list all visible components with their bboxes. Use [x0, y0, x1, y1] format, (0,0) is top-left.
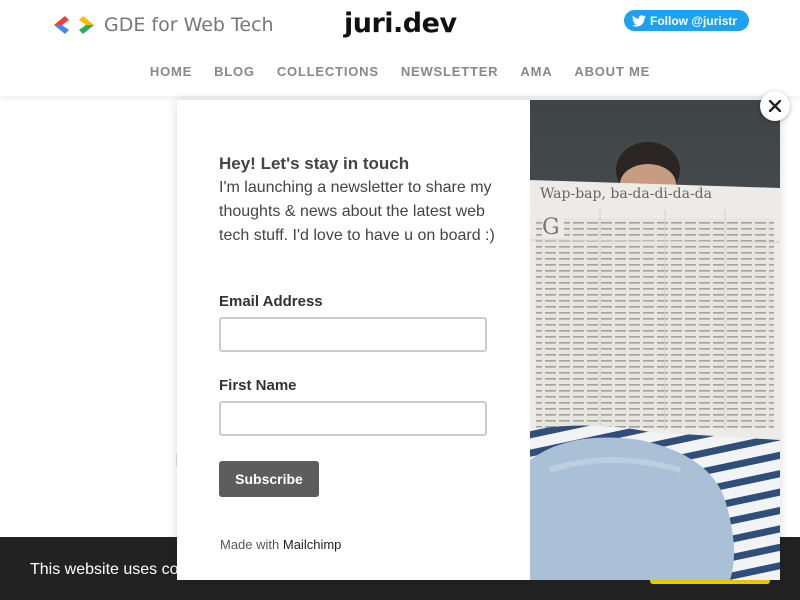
nav-ama[interactable]: AMA	[509, 64, 563, 79]
site-logo[interactable]: juri.dev	[344, 8, 457, 39]
newsletter-modal: Hey! Let's stay in touch I'm launching a…	[177, 100, 780, 580]
code-brackets-icon	[54, 16, 94, 34]
twitter-follow-button[interactable]: Follow @juristr	[624, 10, 750, 31]
nav-collections[interactable]: COLLECTIONS	[266, 64, 390, 79]
svg-text:G: G	[542, 215, 560, 240]
gde-badge[interactable]: GDE for Web Tech	[54, 14, 274, 36]
site-header: GDE for Web Tech juri.dev Follow @jurist…	[0, 0, 800, 96]
close-modal-button[interactable]	[760, 91, 790, 121]
close-icon	[769, 100, 781, 112]
newspaper-photo: G Wap-bap, ba-da-di-da-da	[530, 100, 780, 580]
nav-about-me[interactable]: ABOUT ME	[563, 64, 661, 79]
signup-form: Hey! Let's stay in touch I'm launching a…	[177, 100, 530, 580]
cookie-text: This website uses coo	[30, 561, 188, 578]
modal-intro: I'm launching a newsletter to share my t…	[219, 179, 495, 244]
made-with-mailchimp: Made with Mailchimp	[220, 537, 341, 552]
nav-blog[interactable]: BLOG	[203, 64, 266, 79]
modal-heading: Hey! Let's stay in touch	[219, 154, 410, 173]
subscribe-button[interactable]: Subscribe	[219, 461, 319, 497]
follow-label: Follow @juristr	[650, 13, 738, 28]
main-nav: HOME BLOG COLLECTIONS NEWSLETTER AMA ABO…	[0, 64, 800, 79]
email-label: Email Address	[219, 293, 323, 310]
newspaper-headline: Wap-bap, ba-da-di-da-da	[540, 186, 712, 202]
twitter-bird-icon	[632, 14, 646, 27]
mailchimp-link[interactable]: Mailchimp	[283, 537, 342, 552]
nav-newsletter[interactable]: NEWSLETTER	[390, 64, 510, 79]
first-name-field[interactable]	[219, 401, 487, 436]
newspaper-reader-image: G Wap-bap, ba-da-di-da-da	[530, 100, 780, 580]
nav-home[interactable]: HOME	[139, 64, 203, 79]
first-name-label: First Name	[219, 377, 297, 394]
email-field[interactable]	[219, 317, 487, 352]
made-with-text: Made with	[220, 537, 280, 552]
gde-label: GDE for Web Tech	[104, 14, 274, 36]
